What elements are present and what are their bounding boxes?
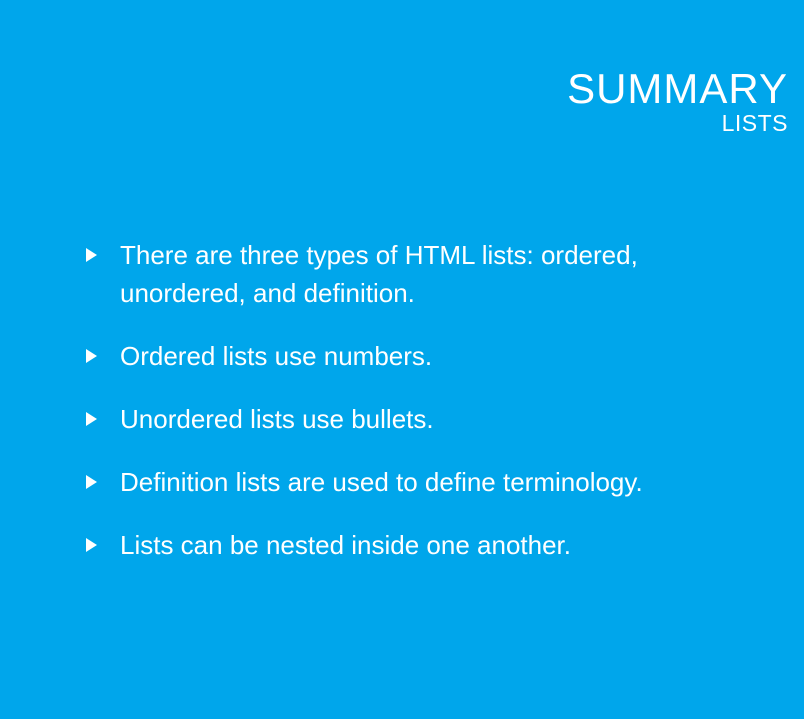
slide-header: SUMMARY LISTS (567, 65, 788, 137)
slide-title: SUMMARY (567, 65, 788, 112)
bullet-item: Ordered lists use numbers. (86, 337, 720, 375)
slide-subtitle: LISTS (721, 110, 788, 136)
triangle-right-icon (86, 412, 97, 426)
bullet-text: There are three types of HTML lists: ord… (120, 240, 638, 308)
bullet-item: Lists can be nested inside one another. (86, 526, 720, 564)
bullet-text: Definition lists are used to define term… (120, 467, 643, 497)
bullet-item: Unordered lists use bullets. (86, 400, 720, 438)
triangle-right-icon (86, 248, 97, 262)
triangle-right-icon (86, 475, 97, 489)
bullet-text: Unordered lists use bullets. (120, 404, 434, 434)
bullet-item: There are three types of HTML lists: ord… (86, 236, 720, 312)
bullet-item: Definition lists are used to define term… (86, 463, 720, 501)
bullet-list: There are three types of HTML lists: ord… (86, 236, 720, 589)
triangle-right-icon (86, 538, 97, 552)
triangle-right-icon (86, 349, 97, 363)
bullet-text: Ordered lists use numbers. (120, 341, 433, 371)
slide: SUMMARY LISTS There are three types of H… (0, 0, 804, 719)
bullet-text: Lists can be nested inside one another. (120, 530, 571, 560)
